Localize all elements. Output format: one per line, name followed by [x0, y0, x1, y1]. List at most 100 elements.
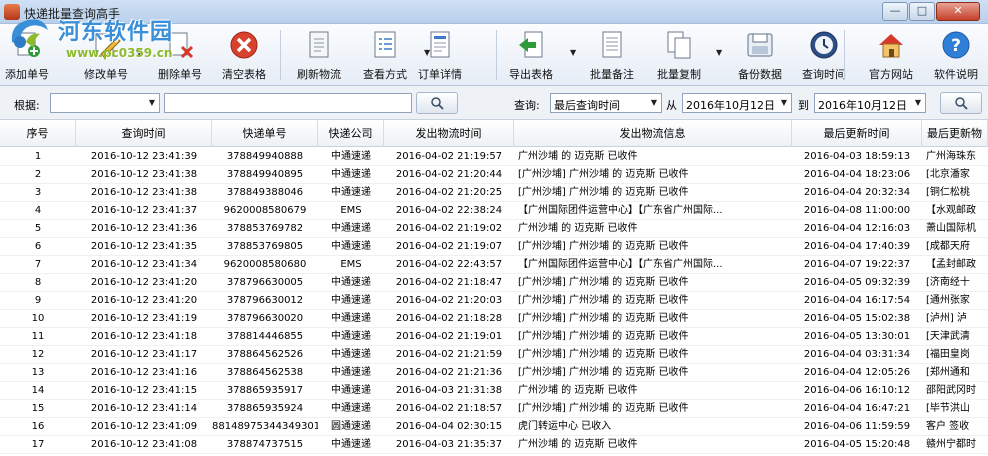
cell-col-ship-time: 2016-04-02 21:18:47 — [395, 277, 503, 288]
toolbar-separator — [496, 30, 497, 80]
toolbar-button-9[interactable]: 批量备注 — [584, 26, 640, 84]
results-table[interactable]: 序号 查询时间 快递单号 快递公司 发出物流时间 发出物流信息 最后更新时间 最后更新物 12… — [0, 120, 988, 456]
cell-col-ship-time: 2016-04-03 21:31:38 — [395, 385, 503, 396]
table-row[interactable]: 10 2016-10-12 23:41:19 378796630020 中通速递 201… — [0, 310, 988, 328]
header-col-tracking-number[interactable]: 快递单号 — [212, 120, 318, 147]
backup-disk-icon — [747, 33, 773, 57]
cell-col-courier: 中通速递 — [331, 277, 371, 288]
dropdown-arrow-icon[interactable]: ▼ — [136, 48, 144, 58]
header-col-query-time[interactable]: 查询时间 — [76, 120, 212, 147]
cell-col-query-time: 2016-10-12 23:41:09 — [90, 421, 198, 432]
header-col-index[interactable]: 序号 — [0, 120, 76, 147]
close-icon: ✕ — [953, 4, 963, 17]
table-row[interactable]: 7 2016-10-12 23:41:34 9620008580680 EMS 2016… — [0, 256, 988, 274]
cell-col-courier: 中通速递 — [331, 331, 371, 342]
header-col-ship-info[interactable]: 发出物流信息 — [514, 120, 792, 147]
cell-col-tracking-number: 9620008580679 — [223, 205, 307, 216]
cell-col-tracking-number: 378849388046 — [226, 187, 304, 198]
cell-col-last-update-info: [天津武清 — [926, 331, 970, 342]
query-field-select[interactable]: 最后查询时间 ▼ — [550, 93, 662, 113]
toolbar-button-1[interactable]: 添加单号 — [2, 26, 52, 84]
from-date-picker[interactable]: 2016年10月12日 ▼ — [682, 93, 792, 113]
to-date-picker[interactable]: 2016年10月12日 ▼ — [814, 93, 926, 113]
header-col-last-update-time[interactable]: 最后更新时间 — [792, 120, 922, 147]
table-row[interactable]: 14 2016-10-12 23:41:15 378865935917 中通速递 201… — [0, 382, 988, 400]
toolbar-button-label: 官方网站 — [869, 68, 913, 81]
toolbar-button-label: 导出表格 — [509, 68, 553, 81]
header-col-last-update-info[interactable]: 最后更新物 — [922, 120, 988, 147]
cell-col-query-time: 2016-10-12 23:41:20 — [90, 277, 198, 288]
cell-col-ship-time: 2016-04-02 21:21:59 — [395, 349, 503, 360]
toolbar-button-7[interactable]: 订单详情 — [412, 26, 468, 84]
cell-col-ship-time: 2016-04-04 02:30:15 — [395, 421, 503, 432]
cell-col-ship-info: [广州沙埔] 广州沙埔 的 迈克斯 已收件 — [518, 169, 689, 180]
cell-col-ship-info: [广州沙埔] 广州沙埔 的 迈克斯 已收件 — [518, 241, 689, 252]
maximize-button[interactable]: □ — [909, 2, 935, 21]
cell-col-courier: 圆通速递 — [331, 421, 371, 432]
cell-col-query-time: 2016-10-12 23:41:14 — [90, 403, 198, 414]
toolbar-button-13[interactable]: 官方网站 — [862, 26, 920, 84]
table-row[interactable]: 11 2016-10-12 23:41:18 378814446855 中通速递 201… — [0, 328, 988, 346]
toolbar-button-8[interactable]: 导出表格 — [506, 26, 556, 84]
table-row[interactable]: 1 2016-10-12 23:41:39 378849940888 中通速递 2016… — [0, 148, 988, 166]
toolbar-button-11[interactable]: 备份数据 — [730, 26, 790, 84]
toolbar-button-label: 软件说明 — [934, 68, 978, 81]
toolbar-button-10[interactable]: 批量复制 — [650, 26, 708, 84]
table-row[interactable]: 16 2016-10-12 23:41:09 881489753443493017 圆… — [0, 418, 988, 436]
cell-col-last-update-time: 2016-04-04 18:23:06 — [803, 169, 911, 180]
title-bar: 快递批量查询高手 — □ ✕ — [0, 0, 988, 24]
to-label: 到 — [798, 99, 809, 112]
svg-text:?: ? — [951, 36, 961, 56]
cell-col-courier: 中通速递 — [331, 439, 371, 450]
chevron-down-icon: ▼ — [650, 98, 658, 107]
table-row[interactable]: 4 2016-10-12 23:41:37 9620008580679 EMS 2016… — [0, 202, 988, 220]
minimize-button[interactable]: — — [882, 2, 908, 21]
toolbar-button-4[interactable]: 清空表格 — [214, 26, 274, 84]
cell-col-ship-time: 2016-04-02 21:19:07 — [395, 241, 503, 252]
maximize-icon: □ — [916, 4, 928, 17]
cell-col-query-time: 2016-10-12 23:41:17 — [90, 349, 198, 360]
keyword-input[interactable] — [164, 93, 412, 113]
table-row[interactable]: 15 2016-10-12 23:41:14 378865935924 中通速递 201… — [0, 400, 988, 418]
cell-col-ship-info: 【广州国际团件运营中心】【广东省广州国际... — [518, 259, 723, 270]
dropdown-arrow-icon[interactable]: ▼ — [570, 48, 578, 58]
refresh-doc-icon — [309, 31, 329, 58]
cell-col-index: 4 — [34, 205, 42, 216]
cell-col-last-update-time: 2016-04-08 11:00:00 — [803, 205, 911, 216]
header-col-ship-time[interactable]: 发出物流时间 — [384, 120, 514, 147]
table-row[interactable]: 3 2016-10-12 23:41:38 378849388046 中通速递 2016… — [0, 184, 988, 202]
toolbar-button-label: 刷新物流 — [297, 68, 341, 81]
toolbar-button-3[interactable]: 删除单号 — [152, 26, 208, 84]
date-search-button[interactable] — [940, 92, 982, 114]
table-row[interactable]: 6 2016-10-12 23:41:35 378853769805 中通速递 2016… — [0, 238, 988, 256]
toolbar-button-14[interactable]: ? 软件说明 — [928, 26, 984, 84]
table-row[interactable]: 9 2016-10-12 23:41:20 378796630012 中通速递 2016… — [0, 292, 988, 310]
dropdown-arrow-icon[interactable]: ▼ — [716, 48, 724, 58]
table-row[interactable]: 2 2016-10-12 23:41:38 378849940895 中通速递 2016… — [0, 166, 988, 184]
toolbar-button-6[interactable]: 查看方式 — [356, 26, 414, 84]
cell-col-last-update-time: 2016-04-06 16:10:12 — [803, 385, 911, 396]
cell-col-index: 14 — [31, 385, 45, 396]
close-button[interactable]: ✕ — [936, 2, 980, 21]
cell-col-tracking-number: 378853769805 — [226, 241, 304, 252]
cell-col-tracking-number: 378864562538 — [226, 367, 304, 378]
toolbar-button-2[interactable]: 修改单号 — [80, 26, 132, 84]
cell-col-ship-info: [广州沙埔] 广州沙埔 的 迈克斯 已收件 — [518, 313, 689, 324]
batch-copy-icon — [667, 31, 691, 59]
basis-select[interactable]: ▼ — [50, 93, 160, 113]
cell-col-tracking-number: 9620008580680 — [223, 259, 307, 270]
cell-col-ship-info: 广州沙埔 的 迈克斯 已收件 — [518, 151, 638, 162]
table-row[interactable]: 8 2016-10-12 23:41:20 378796630005 中通速递 2016… — [0, 274, 988, 292]
cell-col-last-update-time: 2016-04-04 17:40:39 — [803, 241, 911, 252]
table-row[interactable]: 5 2016-10-12 23:41:36 378853769782 中通速递 2016… — [0, 220, 988, 238]
keyword-search-button[interactable] — [416, 92, 458, 114]
table-row[interactable]: 13 2016-10-12 23:41:16 378864562538 中通速递 201… — [0, 364, 988, 382]
header-col-courier[interactable]: 快递公司 — [318, 120, 384, 147]
cell-col-query-time: 2016-10-12 23:41:34 — [90, 259, 198, 270]
cell-col-ship-time: 2016-04-02 21:20:03 — [395, 295, 503, 306]
toolbar-button-5[interactable]: 刷新物流 — [290, 26, 348, 84]
dropdown-arrow-icon[interactable]: ▼ — [424, 48, 432, 58]
chevron-down-icon: ▼ — [780, 98, 788, 107]
table-row[interactable]: 12 2016-10-12 23:41:17 378864562526 中通速递 201… — [0, 346, 988, 364]
table-row[interactable]: 17 2016-10-12 23:41:08 378874737515 中通速递 201… — [0, 436, 988, 454]
